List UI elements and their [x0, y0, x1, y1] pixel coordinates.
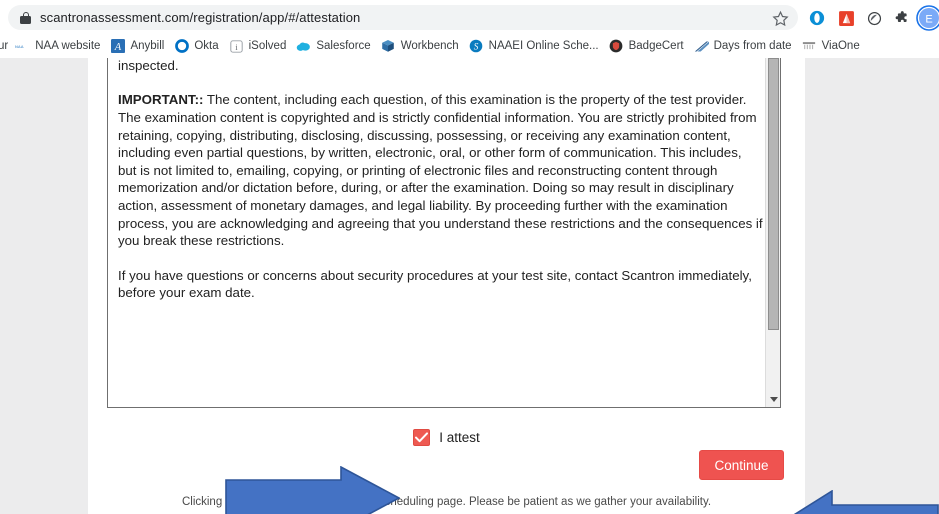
- bookmark-label: Anybill: [130, 40, 165, 52]
- bookmark-workbench[interactable]: Workbench: [376, 36, 464, 56]
- page-viewport: Scantron's review of the memory of your …: [0, 58, 939, 514]
- adobe-acrobat-extension-icon[interactable]: [834, 6, 858, 30]
- attestation-text-scrollbox[interactable]: Scantron's review of the memory of your …: [107, 58, 781, 408]
- anybill-icon: A: [110, 39, 125, 54]
- attestation-paragraph-1: Scantron's review of the memory of your …: [118, 58, 763, 74]
- naaei-s-icon: S: [469, 39, 484, 54]
- bookmark-label: Okta: [194, 40, 219, 52]
- opera-extension-icon[interactable]: [805, 6, 829, 30]
- browser-chrome: scantronassessment.com/registration/app/…: [0, 0, 939, 58]
- checkmark-icon: [415, 431, 429, 442]
- bookmark-naa-website[interactable]: NAA NAA website: [10, 36, 105, 56]
- days-from-date-icon: [693, 39, 709, 54]
- paragraph-text: The content, including each question, of…: [118, 92, 763, 249]
- bookmark-viaone[interactable]: ViaOne: [797, 36, 865, 56]
- salesforce-cloud-icon: [296, 39, 311, 54]
- attest-row: I attest: [88, 420, 805, 454]
- circle-extension-icon[interactable]: [862, 6, 886, 30]
- bookmark-label: Salesforce: [316, 40, 371, 52]
- profile-avatar[interactable]: E: [916, 5, 939, 31]
- attestation-scrollbar[interactable]: [765, 58, 780, 407]
- bookmark-clipped-label[interactable]: ur: [0, 40, 10, 52]
- bookmarks-bar: ur NAA NAA website A Anybill Okta i iSol…: [0, 34, 939, 58]
- scroll-down-arrow-icon[interactable]: [766, 391, 780, 407]
- paragraph-text: If you have questions or concerns about …: [118, 267, 752, 301]
- attestation-paragraph-2: IMPORTANT:: The content, including each …: [118, 91, 763, 249]
- svg-text:NAA: NAA: [15, 44, 24, 49]
- bookmark-badgecert[interactable]: BadgeCert: [604, 36, 689, 56]
- svg-text:S: S: [474, 42, 479, 52]
- isolved-info-icon: i: [229, 39, 244, 54]
- bookmark-salesforce[interactable]: Salesforce: [291, 36, 375, 56]
- lock-icon: [20, 11, 31, 24]
- attestation-paragraph-3: If you have questions or concerns about …: [118, 267, 763, 302]
- footer-note: Clicking Continue will direct you to the…: [181, 496, 712, 508]
- bookmark-anybill[interactable]: A Anybill: [105, 36, 169, 56]
- attestation-text: Scantron's review of the memory of your …: [118, 58, 763, 319]
- badgecert-shield-icon: [609, 39, 624, 54]
- attest-label: I attest: [439, 429, 480, 445]
- bookmark-naaei-online-scheduling[interactable]: S NAAEI Online Sche...: [464, 36, 604, 56]
- okta-icon: [174, 39, 189, 54]
- bookmark-label: BadgeCert: [628, 40, 684, 52]
- bookmark-isolved[interactable]: i iSolved: [224, 36, 292, 56]
- bookmark-label: Workbench: [400, 40, 459, 52]
- bookmark-okta[interactable]: Okta: [169, 36, 223, 56]
- bookmark-label: NAA website: [35, 40, 101, 52]
- bookmark-days-from-date[interactable]: Days from date: [689, 36, 797, 56]
- puzzle-extensions-icon[interactable]: [890, 6, 914, 30]
- viaone-icon: [802, 39, 817, 54]
- scrollbar-thumb[interactable]: [768, 58, 779, 330]
- profile-initial: E: [925, 14, 932, 26]
- star-bookmark-icon[interactable]: [768, 6, 792, 30]
- bookmark-label: iSolved: [248, 40, 287, 52]
- workbench-cube-icon: [381, 39, 396, 54]
- address-bar[interactable]: scantronassessment.com/registration/app/…: [8, 5, 798, 30]
- svg-text:A: A: [114, 42, 122, 53]
- bookmark-label: ViaOne: [821, 40, 860, 52]
- svg-text:i: i: [235, 42, 238, 51]
- bookmark-label: NAAEI Online Sche...: [488, 40, 599, 52]
- continue-button[interactable]: Continue: [699, 450, 784, 480]
- important-label: IMPORTANT::: [118, 92, 204, 108]
- url-text: scantronassessment.com/registration/app/…: [40, 10, 361, 25]
- bookmark-label: Days from date: [713, 40, 792, 52]
- attestation-content-card: Scantron's review of the memory of your …: [88, 58, 805, 514]
- attest-checkbox[interactable]: [413, 428, 431, 446]
- paragraph-text: Scantron's review of the memory of your …: [118, 58, 179, 73]
- browser-toolbar: scantronassessment.com/registration/app/…: [0, 0, 939, 34]
- naa-icon: NAA: [15, 39, 30, 54]
